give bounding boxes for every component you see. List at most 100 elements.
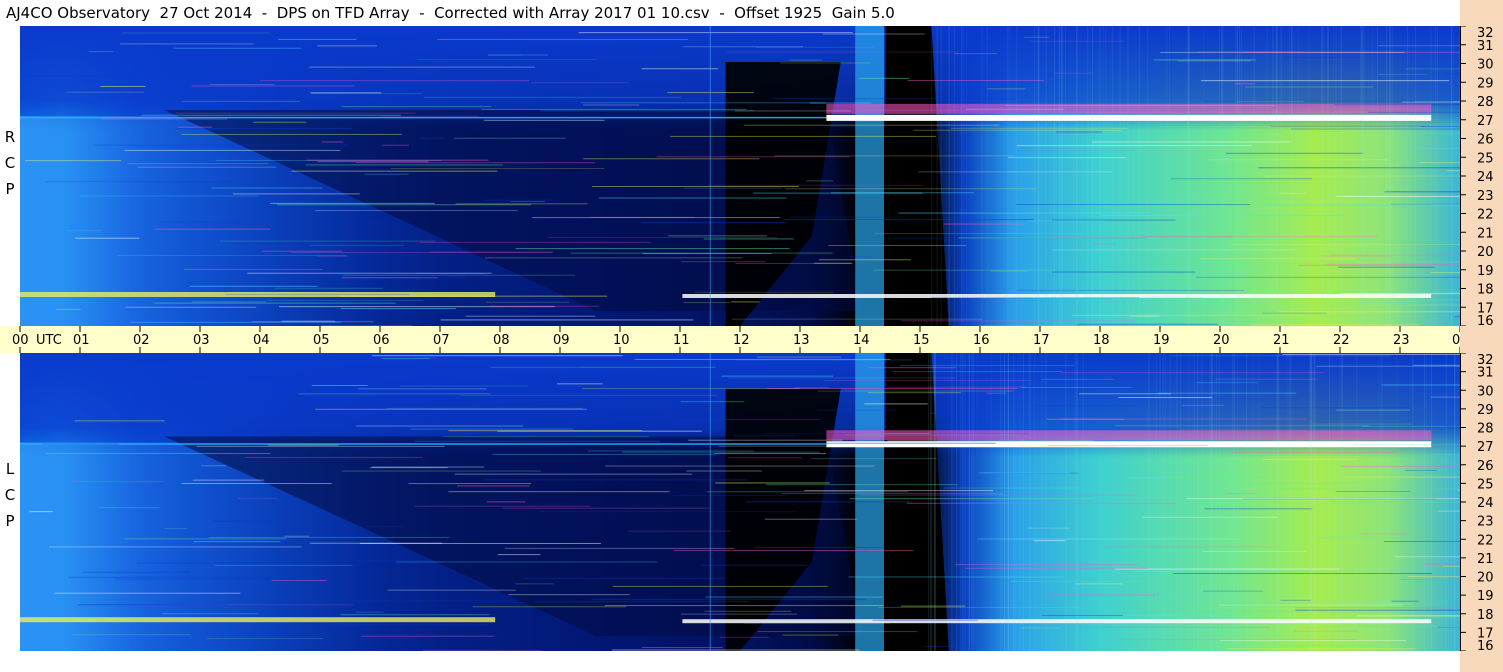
noise-stripe — [1215, 378, 1319, 380]
utc-tick-label: 08 — [493, 333, 510, 348]
noise-column — [1193, 353, 1195, 651]
noise-stripe — [772, 98, 1017, 100]
band-17mhz-right — [682, 619, 1432, 624]
noise-stripe — [484, 257, 743, 259]
noise-column — [963, 26, 965, 326]
noise-stripe — [284, 535, 310, 537]
noise-column — [1054, 26, 1056, 326]
noise-stripe — [864, 403, 928, 405]
noise-stripe — [694, 291, 834, 293]
noise-column — [1201, 353, 1203, 651]
noise-stripe — [185, 376, 285, 378]
noise-column — [1277, 353, 1279, 651]
noise-stripe — [1316, 365, 1460, 367]
noise-stripe — [486, 501, 526, 503]
noise-column — [1333, 26, 1335, 326]
noise-stripe — [277, 204, 532, 206]
noise-stripe — [175, 127, 352, 129]
noise-stripe — [124, 538, 287, 540]
noise-stripe — [642, 253, 772, 255]
noise-stripe — [322, 141, 344, 143]
noise-stripe — [1171, 355, 1391, 357]
noise-stripe — [1119, 638, 1358, 640]
rcp-frequency-axis-svg: 1617181920212223242526272829303132 — [1460, 25, 1494, 329]
noise-stripe — [1446, 170, 1460, 172]
noise-stripe — [311, 385, 368, 387]
noise-stripe — [746, 501, 913, 503]
noise-stripe — [424, 96, 681, 98]
noise-stripe — [753, 192, 923, 194]
noise-stripe — [1033, 540, 1066, 542]
noise-stripe — [414, 357, 438, 359]
noise-stripe — [1355, 301, 1421, 303]
noise-stripe — [718, 445, 872, 447]
noise-column — [1022, 353, 1024, 651]
noise-stripe — [1279, 192, 1307, 194]
noise-stripe — [196, 445, 445, 447]
noise-stripe — [437, 39, 689, 41]
noise-stripe — [794, 387, 829, 389]
noise-column — [1314, 353, 1316, 651]
noise-stripe — [55, 308, 81, 310]
noise-column — [1164, 353, 1166, 651]
noise-stripe — [298, 393, 491, 395]
noise-stripe — [54, 592, 241, 594]
noise-column — [1376, 26, 1378, 326]
lcp-label-text: LCP — [2, 460, 18, 538]
noise-stripe — [913, 129, 1122, 131]
noise-stripe — [181, 100, 301, 102]
noise-stripe — [1045, 594, 1159, 596]
noise-stripe — [779, 62, 871, 64]
noise-stripe — [1015, 203, 1250, 205]
noise-stripe — [1317, 537, 1407, 539]
noise-column — [1013, 353, 1015, 651]
noise-column — [956, 353, 958, 651]
noise-stripe — [715, 482, 830, 484]
noise-stripe — [177, 126, 213, 128]
noise-column — [1412, 353, 1414, 651]
noise-column — [1037, 26, 1039, 326]
noise-stripe — [124, 149, 341, 151]
noise-stripe — [219, 240, 436, 242]
noise-column — [1342, 353, 1344, 651]
noise-column — [1379, 353, 1381, 651]
noise-column — [1065, 353, 1067, 651]
lcp-polarization-label: LCP — [2, 460, 18, 538]
chart-title: AJ4CO Observatory 27 Oct 2014 - DPS on T… — [0, 0, 1460, 26]
noise-column — [964, 353, 966, 651]
noise-column — [954, 26, 956, 326]
noise-stripe — [682, 46, 803, 48]
noise-stripe — [1383, 541, 1460, 543]
rcp-label-text: RCP — [2, 128, 18, 206]
noise-column — [1386, 26, 1388, 326]
noise-column — [1431, 353, 1433, 651]
noise-stripe — [580, 102, 826, 104]
noise-column — [1286, 353, 1288, 651]
noise-column — [1033, 26, 1035, 326]
noise-stripe — [641, 68, 719, 70]
noise-stripe — [489, 305, 600, 307]
noise-stripe — [504, 547, 735, 549]
noise-stripe — [1318, 431, 1378, 433]
noise-stripe — [158, 49, 410, 51]
noise-column — [1029, 353, 1031, 651]
lcp-frequency-axis-svg: 1617181920212223242526272829303132 — [1460, 352, 1494, 654]
noise-stripe — [858, 77, 910, 79]
noise-stripe — [1335, 491, 1411, 493]
noise-stripe — [342, 560, 432, 562]
rfi-band-27mhz — [826, 114, 1432, 121]
noise-column — [1356, 353, 1358, 651]
noise-stripe — [99, 507, 160, 509]
noise-stripe — [443, 436, 649, 438]
noise-stripe — [1420, 126, 1460, 128]
noise-stripe — [45, 181, 235, 183]
noise-stripe — [977, 538, 1240, 540]
noise-column — [976, 353, 978, 651]
noise-column — [1034, 353, 1036, 651]
noise-stripe — [719, 636, 769, 638]
noise-stripe — [358, 388, 487, 390]
noise-stripe — [141, 114, 402, 116]
frequency-tick-label: 29 — [1477, 76, 1494, 91]
noise-stripe — [856, 433, 930, 435]
noise-column — [1327, 26, 1329, 326]
